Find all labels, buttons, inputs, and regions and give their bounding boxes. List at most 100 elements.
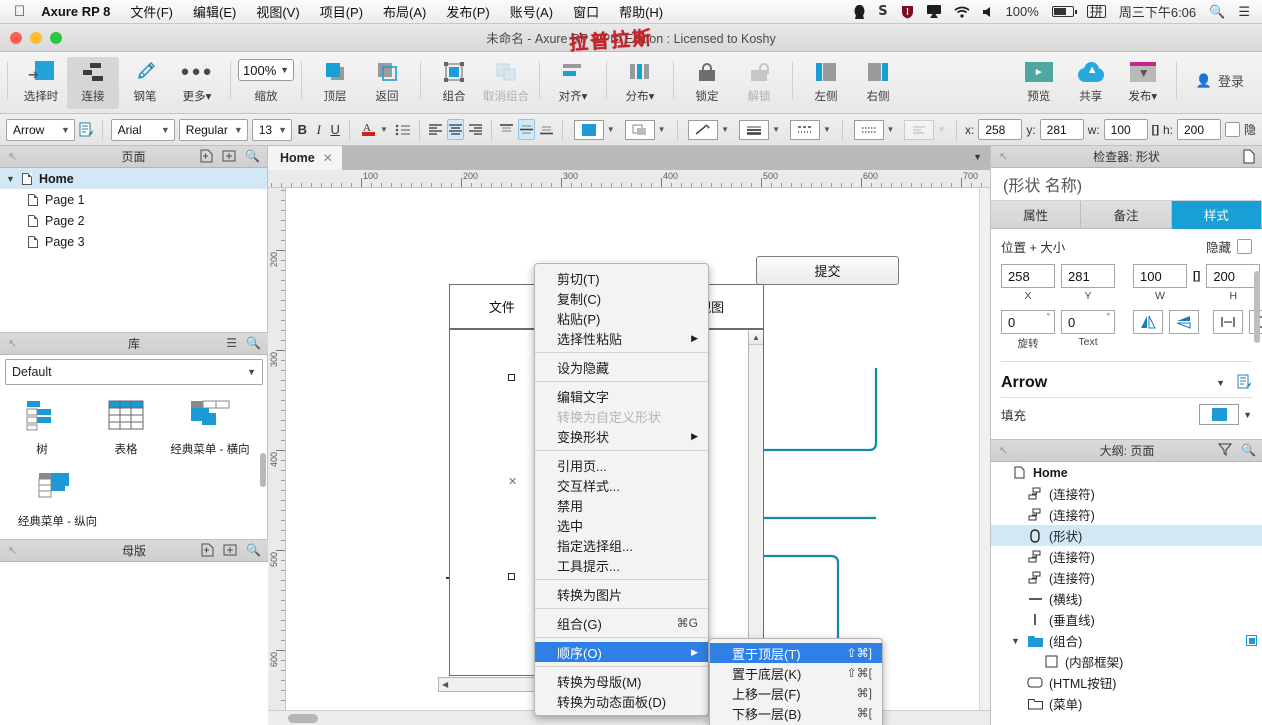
selection-handle-ml[interactable]: ✕ xyxy=(508,475,517,488)
underline-button[interactable]: U xyxy=(329,119,341,140)
font-weight-select[interactable]: Regular ▼ xyxy=(179,119,248,141)
w-input[interactable]: 100 xyxy=(1104,119,1148,140)
toolbar-send-to-back[interactable]: 返回 xyxy=(361,57,413,109)
page-tree-item-page3[interactable]: Page 3 xyxy=(0,231,267,252)
toolbar-panel-left[interactable]: 左侧 xyxy=(800,57,852,109)
toolbar-ungroup[interactable]: 取消组合 xyxy=(480,57,532,109)
context-menu-item[interactable]: 引用页... xyxy=(535,455,708,475)
tab-properties[interactable]: 属性 xyxy=(991,201,1081,229)
distribute-h-icon[interactable] xyxy=(1213,310,1243,334)
add-page-icon[interactable] xyxy=(200,149,213,166)
library-item-menu-horizontal[interactable]: 经典菜单 - 横向 xyxy=(168,393,252,465)
page-icon[interactable] xyxy=(1243,149,1255,167)
context-menu-item[interactable]: 设为隐藏 xyxy=(535,357,708,377)
inspector-scrollbar[interactable] xyxy=(1254,271,1260,343)
shadow-button[interactable]: ▼ xyxy=(622,119,669,140)
collapse-icon[interactable]: ↖ xyxy=(8,544,17,557)
h-input[interactable]: 200 xyxy=(1206,264,1260,288)
clock-label[interactable]: 周三下午6:06 xyxy=(1119,2,1196,21)
search-icon[interactable]: 🔍 xyxy=(1209,4,1225,20)
minimize-button[interactable] xyxy=(30,32,42,44)
x-input[interactable]: 258 xyxy=(978,119,1022,140)
page-tree-item-home[interactable]: ▼ Home xyxy=(0,168,267,189)
font-family-select[interactable]: Arial ▼ xyxy=(111,119,175,141)
style-select-row[interactable]: Arrow ▼ xyxy=(1001,361,1252,397)
scroll-left-icon[interactable]: ◀ xyxy=(442,680,448,689)
toolbar-group[interactable]: 组合 xyxy=(428,57,480,109)
canvas-tab-home[interactable]: Home ✕ xyxy=(268,146,342,170)
chevron-down-icon[interactable]: ▼ xyxy=(1243,410,1252,420)
scrollbar-thumb[interactable] xyxy=(288,714,318,723)
context-menu-item[interactable]: 选中 xyxy=(535,515,708,535)
toolbar-publish[interactable]: ▼ 发布▾ xyxy=(1117,57,1169,109)
submenu-item[interactable]: 上移一层(F)⌘] xyxy=(710,683,882,703)
link-ratio-icon[interactable]: [] xyxy=(1152,124,1159,136)
tab-overflow-icon[interactable]: ▼ xyxy=(973,152,982,162)
outline-row[interactable]: (连接符) xyxy=(991,546,1262,567)
chevron-down-icon[interactable]: ▼ xyxy=(1216,378,1225,388)
style-editor-icon[interactable] xyxy=(1237,374,1252,392)
library-item-menu-vertical[interactable]: 经典菜单 - 纵向 xyxy=(0,465,115,537)
outline-row[interactable]: (菜单) xyxy=(991,693,1262,714)
toolbar-bring-to-front[interactable]: 顶层 xyxy=(309,57,361,109)
scroll-up-icon[interactable]: ▲ xyxy=(749,330,763,345)
outline-row[interactable]: (形状) xyxy=(991,525,1262,546)
input-method-icon[interactable]: 拼 xyxy=(1087,5,1106,18)
toolbar-unlock[interactable]: 解锁 xyxy=(733,57,785,109)
toolbar-login-button[interactable]: 👤 登录 xyxy=(1184,57,1254,90)
rotation-input[interactable]: 0° xyxy=(1001,310,1055,334)
add-folder-icon[interactable] xyxy=(223,543,237,560)
outline-row[interactable]: (横线) xyxy=(991,588,1262,609)
close-icon[interactable]: ✕ xyxy=(323,151,333,165)
menu-project[interactable]: 项目(P) xyxy=(320,2,363,21)
outline-row[interactable]: (内部框架) xyxy=(991,651,1262,672)
qq-penguin-icon[interactable] xyxy=(854,5,865,19)
x-input[interactable]: 258 xyxy=(1001,264,1055,288)
search-icon[interactable]: 🔍 xyxy=(246,543,261,560)
menu-app-name[interactable]: Axure RP 8 xyxy=(41,4,110,19)
flip-horizontal-icon[interactable] xyxy=(1133,310,1163,334)
context-menu-item[interactable]: 交互样式... xyxy=(535,475,708,495)
context-menu-item[interactable]: 变换形状▶ xyxy=(535,426,708,446)
expander-icon[interactable]: ▼ xyxy=(1011,636,1025,646)
toolbar-selection-mode[interactable]: ➔ 选择时 xyxy=(15,57,67,109)
style-editor-icon[interactable] xyxy=(79,119,94,140)
selection-handle-tl[interactable] xyxy=(508,374,515,381)
wifi-icon[interactable] xyxy=(954,6,970,18)
toolbar-pen[interactable]: 钢笔 xyxy=(119,57,171,109)
align-center-icon[interactable] xyxy=(447,119,464,140)
shape-name-input[interactable]: (形状 名称) xyxy=(991,168,1262,201)
context-menu-item[interactable]: 剪切(T) xyxy=(535,268,708,288)
bold-button[interactable]: B xyxy=(296,119,308,140)
y-input[interactable]: 281 xyxy=(1040,119,1084,140)
context-menu-item[interactable]: 工具提示... xyxy=(535,555,708,575)
context-menu-item[interactable]: 指定选择组... xyxy=(535,535,708,555)
menu-help[interactable]: 帮助(H) xyxy=(619,2,663,21)
submenu-item[interactable]: 置于顶层(T)⇧⌘] xyxy=(710,643,882,663)
filter-icon[interactable] xyxy=(1218,443,1232,459)
widget-style-select[interactable]: Arrow ▼ xyxy=(6,119,75,141)
expander-icon[interactable]: ▼ xyxy=(6,174,20,184)
text-rotation-input[interactable]: 0° xyxy=(1061,310,1115,334)
collapse-icon[interactable]: ↖ xyxy=(8,150,17,163)
zoom-select[interactable]: 100% ▼ xyxy=(238,59,294,81)
submenu-item[interactable]: 下移一层(B)⌘[ xyxy=(710,703,882,723)
search-icon[interactable]: 🔍 xyxy=(246,336,261,350)
context-menu-item[interactable]: 编辑文字 xyxy=(535,386,708,406)
line-type-button[interactable]: ▼ xyxy=(787,119,834,140)
close-button[interactable] xyxy=(10,32,22,44)
context-menu-item[interactable]: 选择性粘贴▶ xyxy=(535,328,708,348)
h-input[interactable]: 200 xyxy=(1177,119,1221,140)
y-input[interactable]: 281 xyxy=(1061,264,1115,288)
frame-vertical-scrollbar[interactable]: ▲ ▼ xyxy=(748,330,763,675)
hidden-checkbox[interactable] xyxy=(1225,122,1240,137)
context-menu-item[interactable]: 复制(C) xyxy=(535,288,708,308)
outline-row[interactable]: Home xyxy=(991,462,1262,483)
shield-icon[interactable] xyxy=(901,5,914,19)
tab-notes[interactable]: 备注 xyxy=(1081,201,1171,229)
context-menu-item[interactable]: 转换为母版(M) xyxy=(535,671,708,691)
battery-icon[interactable] xyxy=(1052,6,1074,17)
context-menu-item[interactable]: 组合(G)⌘G xyxy=(535,613,708,633)
window-controls[interactable] xyxy=(10,32,62,44)
link-ratio-icon[interactable]: [] xyxy=(1193,264,1200,288)
